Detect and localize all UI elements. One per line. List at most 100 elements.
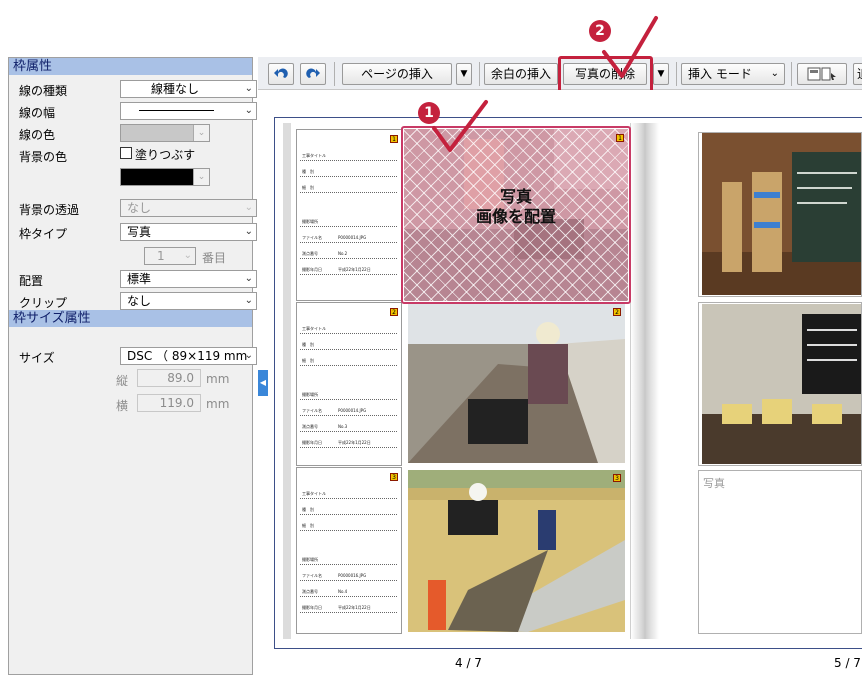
info-field-line	[300, 580, 397, 581]
bg-color-picker[interactable]: ⌄	[120, 168, 210, 186]
size-select[interactable]: DSC （ 89×119 mm ⌄	[120, 347, 257, 365]
frame-type-select[interactable]: 写真 ⌄	[120, 223, 257, 241]
info-field-line	[300, 349, 397, 350]
clip-label: クリップ	[19, 296, 68, 310]
placement-select[interactable]: 標準 ⌄	[120, 270, 257, 288]
bg-transparency-label: 背景の透過	[19, 203, 80, 217]
info-field-label: 細 別	[302, 358, 314, 363]
line-width-select[interactable]: ⌄	[120, 102, 257, 120]
empty-photo-frame[interactable]: 写真	[698, 470, 862, 634]
bg-color-label: 背景の色	[19, 150, 68, 164]
page-edge-shadow	[283, 123, 291, 639]
line-width-label: 線の幅	[19, 106, 56, 120]
clip-select[interactable]: なし ⌄	[120, 292, 257, 310]
clip-value: なし	[127, 294, 152, 308]
width-input[interactable]: 119.0	[137, 394, 201, 412]
info-field-line	[300, 192, 397, 193]
index-select[interactable]: 1 ⌄	[144, 247, 196, 265]
insert-mode-select[interactable]: 挿入 モード ⌄	[681, 63, 785, 85]
frame-badge: 1	[390, 135, 398, 143]
photo-3-image	[408, 470, 625, 632]
info-field-value: No.3	[338, 424, 348, 429]
height-label: 縦	[116, 374, 129, 388]
info-field-label: 種 別	[302, 169, 314, 174]
frame-type-value: 写真	[127, 225, 152, 239]
info-field-label: 工事タイトル	[302, 326, 326, 331]
chevron-down-icon: ⌄	[244, 273, 253, 284]
info-field-label: ファイル名	[302, 573, 322, 578]
height-input[interactable]: 89.0	[137, 369, 201, 387]
info-field-label: 撮影年月日	[302, 605, 322, 610]
info-field-label: ファイル名	[302, 408, 322, 413]
info-field-line	[300, 333, 397, 334]
info-field-label: 測点番号	[302, 424, 318, 429]
placement-value: 標準	[127, 272, 152, 286]
bg-transparency-select[interactable]: なし ⌄	[120, 199, 257, 217]
info-field-line	[300, 431, 397, 432]
info-field-label: 細 別	[302, 523, 314, 528]
undo-icon	[274, 68, 288, 78]
size-value: DSC （ 89×119 mm	[127, 349, 248, 363]
line-color-picker[interactable]: ⌄	[120, 124, 210, 142]
line-type-value: 線種なし	[151, 82, 200, 96]
width-unit: mm	[206, 397, 230, 411]
info-field-line	[300, 612, 397, 613]
chevron-down-icon: ⌄	[193, 169, 209, 185]
check-mark-icon	[432, 100, 488, 152]
photo-frame-2[interactable]: 2	[408, 304, 625, 463]
property-panel: 枠属性 線の種類 線種なし ⌄ 線の幅 ⌄ 線の色 ⌄ 背景の色 塗りつぶす ⌄…	[8, 57, 257, 675]
line-color-label: 線の色	[19, 128, 56, 142]
redo-button[interactable]	[300, 63, 326, 85]
info-field-value: P0000016.JPG	[338, 573, 367, 578]
toolbar-separator	[676, 62, 677, 86]
line-type-select[interactable]: 線種なし ⌄	[120, 80, 257, 98]
frame-type-label: 枠タイプ	[19, 227, 68, 241]
info-field-label: 測点番号	[302, 589, 318, 594]
chevron-down-icon: ⌄	[244, 83, 253, 94]
info-field-label: ファイル名	[302, 235, 322, 240]
info-field-value: No.2	[338, 251, 348, 256]
info-field-value: P0000014.JPG	[338, 235, 367, 240]
info-field-value: 平成22年1月22日	[338, 605, 371, 610]
info-field-line	[300, 365, 397, 366]
overflow-button[interactable]: 追	[853, 63, 862, 85]
collapse-panel-tab[interactable]: ◀	[258, 370, 268, 396]
redo-icon	[306, 68, 320, 78]
layout-icon	[807, 67, 836, 81]
chevron-down-icon: ⌄	[193, 125, 209, 141]
info-field-value: No.4	[338, 589, 348, 594]
section-header-size: 枠サイズ属性	[9, 310, 252, 327]
empty-frame-label: 写真	[703, 477, 725, 490]
info-field-label: 測点番号	[302, 251, 318, 256]
info-field-label: 種 別	[302, 342, 314, 347]
insert-page-button[interactable]: ページの挿入	[342, 63, 452, 85]
info-field-line	[300, 596, 397, 597]
photo-frame-3[interactable]: 3	[408, 470, 625, 632]
chevron-down-icon: ⌄	[244, 202, 253, 213]
index-value: 1	[157, 249, 165, 263]
insert-margin-button[interactable]: 余白の挿入	[484, 63, 558, 85]
info-field-line	[300, 564, 397, 565]
info-field-value: 平成22年1月22日	[338, 267, 371, 272]
chevron-down-icon: ⌄	[244, 350, 253, 361]
placement-label: 配置	[19, 274, 44, 288]
info-field-line	[300, 498, 397, 499]
info-field-label: 工事タイトル	[302, 153, 326, 158]
info-field-value: P0000014.JPG	[338, 408, 367, 413]
info-field-label: 撮影場所	[302, 557, 318, 562]
info-field-label: 種 別	[302, 507, 314, 512]
check-mark-icon	[602, 16, 658, 78]
layout-button[interactable]	[797, 63, 847, 85]
info-field-line	[300, 274, 397, 275]
frame-badge: 3	[390, 473, 398, 481]
toolbar-separator	[791, 62, 792, 86]
index-suffix: 番目	[202, 251, 227, 265]
page-gutter	[631, 123, 659, 639]
fill-checkbox[interactable]	[120, 147, 132, 159]
insert-page-dropdown[interactable]: ▼	[456, 63, 472, 85]
line-type-label: 線の種類	[19, 84, 68, 98]
info-field-label: 撮影場所	[302, 392, 318, 397]
info-field-line	[300, 415, 397, 416]
line-width-preview	[139, 110, 214, 111]
undo-button[interactable]	[268, 63, 294, 85]
